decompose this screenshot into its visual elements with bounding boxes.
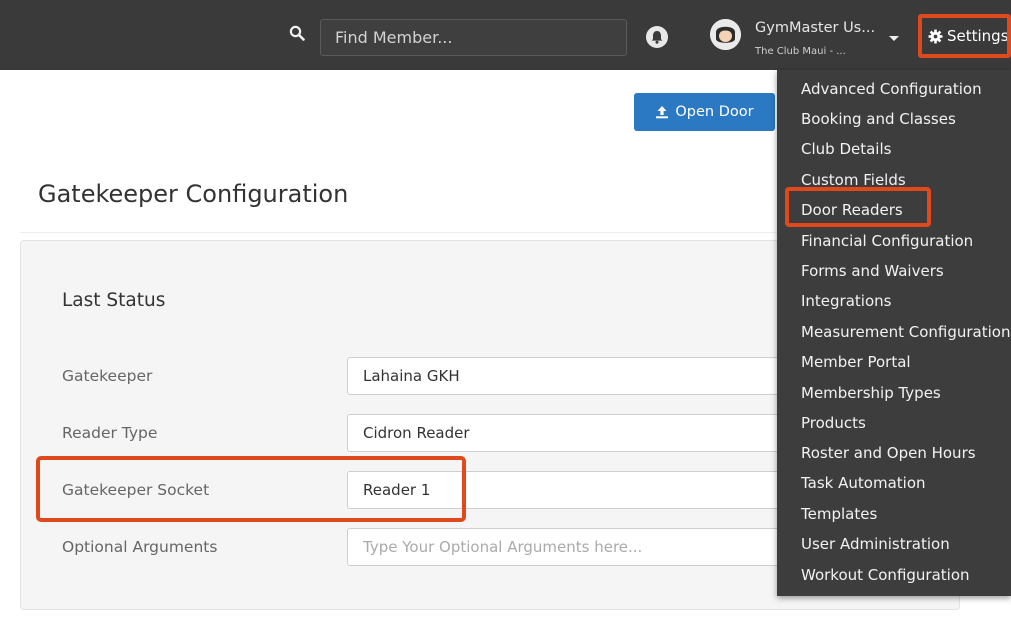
chevron-down-icon[interactable] <box>889 36 899 41</box>
avatar[interactable] <box>710 19 741 50</box>
gatekeeper-label: Gatekeeper <box>62 367 153 385</box>
reader-type-field[interactable]: Cidron Reader <box>347 414 787 452</box>
menu-item-member-portal[interactable]: Member Portal <box>801 352 911 372</box>
menu-item-templates[interactable]: Templates <box>801 504 877 524</box>
menu-item-forms-and-waivers[interactable]: Forms and Waivers <box>801 261 944 281</box>
menu-item-financial-configuration[interactable]: Financial Configuration <box>801 231 973 251</box>
highlight-box <box>785 187 931 227</box>
menu-item-measurement-configuration[interactable]: Measurement Configuration <box>801 322 1010 342</box>
optional-arguments-label: Optional Arguments <box>62 538 218 556</box>
menu-item-task-automation[interactable]: Task Automation <box>801 473 926 493</box>
user-name[interactable]: GymMaster Us... <box>755 20 875 36</box>
settings-label: Settings <box>947 27 1009 45</box>
bell-icon[interactable] <box>646 26 668 48</box>
menu-item-workout-configuration[interactable]: Workout Configuration <box>801 565 970 585</box>
settings-button[interactable]: Settings <box>918 14 1011 58</box>
gear-icon <box>928 29 943 43</box>
page-title: Gatekeeper Configuration <box>38 180 349 208</box>
menu-item-products[interactable]: Products <box>801 413 866 433</box>
open-door-label: Open Door <box>675 104 754 120</box>
menu-item-user-administration[interactable]: User Administration <box>801 534 950 554</box>
menu-item-booking-and-classes[interactable]: Booking and Classes <box>801 109 956 129</box>
gatekeeper-field[interactable]: Lahaina GKH <box>347 357 787 395</box>
menu-item-roster-and-open-hours[interactable]: Roster and Open Hours <box>801 443 976 463</box>
user-club: The Club Maui - ... <box>755 46 846 57</box>
upload-icon <box>656 106 669 119</box>
menu-item-advanced-configuration[interactable]: Advanced Configuration <box>801 79 982 99</box>
optional-arguments-input[interactable]: Type Your Optional Arguments here... <box>347 528 787 566</box>
reader-type-label: Reader Type <box>62 424 158 442</box>
highlight-box <box>36 456 466 522</box>
menu-item-club-details[interactable]: Club Details <box>801 139 891 159</box>
search-icon[interactable] <box>289 25 305 41</box>
open-door-button[interactable]: Open Door <box>634 93 775 131</box>
section-title: Last Status <box>62 290 166 311</box>
menu-item-membership-types[interactable]: Membership Types <box>801 383 941 403</box>
menu-item-integrations[interactable]: Integrations <box>801 291 891 311</box>
title-divider <box>20 232 780 233</box>
find-member-input[interactable] <box>320 19 627 56</box>
